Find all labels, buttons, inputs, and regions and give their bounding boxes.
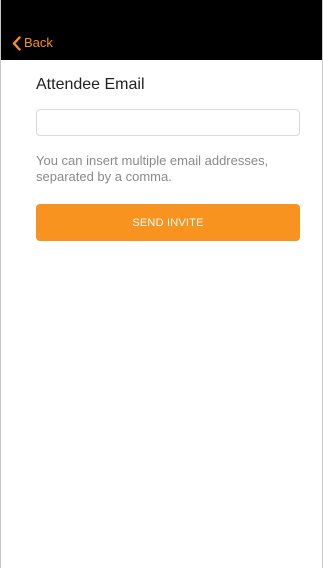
back-label: Back [24,35,53,50]
email-helper-text: You can insert multiple email addresses,… [36,153,269,184]
send-invite-button[interactable]: SEND INVITE [36,204,300,241]
page-title: Attendee Email [36,76,145,93]
attendee-email-input[interactable] [36,109,300,136]
navigation-bar: Back [1,0,322,60]
back-button[interactable]: Back [12,35,53,51]
chevron-left-icon [12,35,21,51]
invite-attendee-screen: Back Attendee Email You can insert multi… [0,0,323,568]
